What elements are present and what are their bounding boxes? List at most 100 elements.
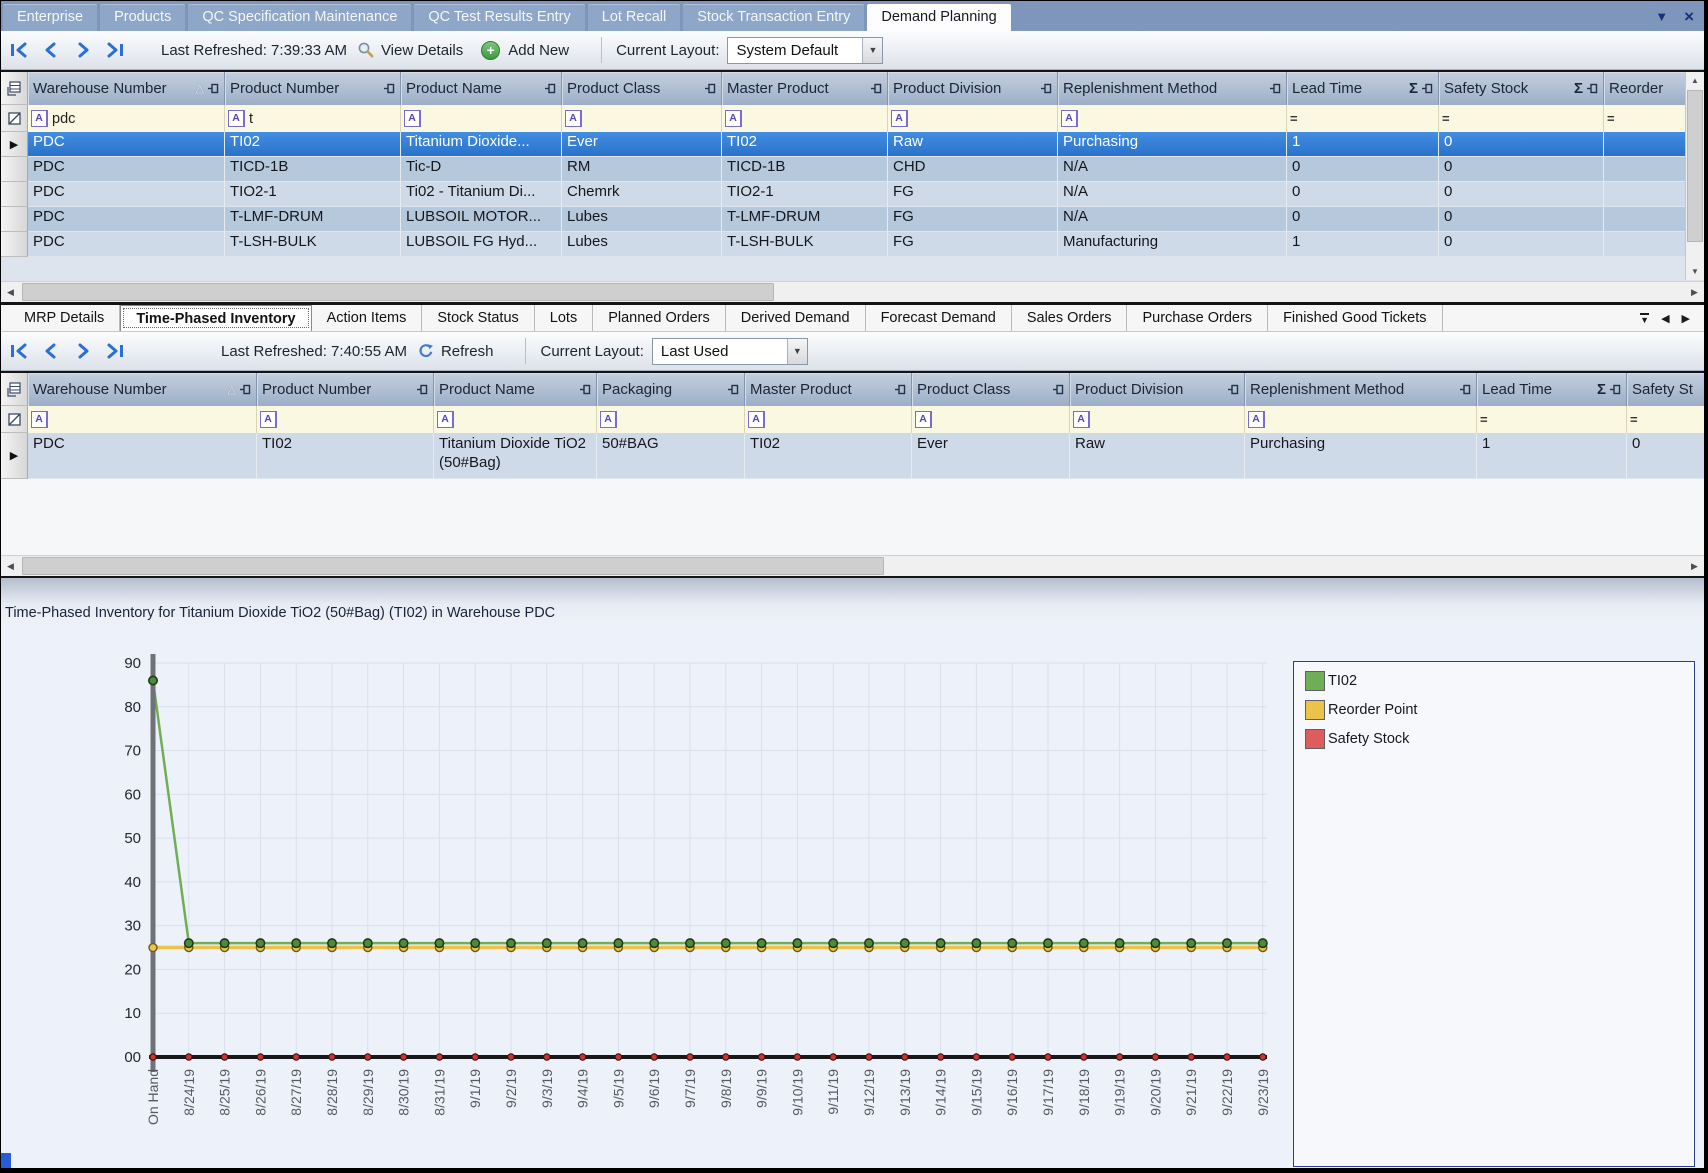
text-filter-icon[interactable]: A <box>600 411 617 428</box>
filter-value[interactable]: pdc <box>52 111 75 127</box>
table-row[interactable]: PDCT-LSH-BULKLUBSOIL FG Hyd...LubesT-LSH… <box>1 232 1704 257</box>
row-selector[interactable] <box>1 207 28 232</box>
scrollbar-thumb[interactable] <box>1687 90 1703 242</box>
row-selector[interactable] <box>1 182 28 207</box>
column-header-packaging[interactable]: Packaging <box>597 373 745 406</box>
table-row[interactable]: PDCTICD-1BTic-DRMTICD-1BCHDN/A00 <box>1 157 1704 182</box>
nav-next-button[interactable] <box>73 42 93 58</box>
detail-tab-time-phased-inventory[interactable]: Time-Phased Inventory <box>120 305 311 331</box>
column-header-lead-time[interactable]: Lead TimeΣ <box>1287 72 1439 105</box>
window-tab-enterprise[interactable]: Enterprise <box>3 4 97 31</box>
scrollbar-thumb[interactable] <box>22 283 774 301</box>
column-header-replenishment-method[interactable]: Replenishment Method <box>1058 72 1287 105</box>
filter-cell-product-number[interactable]: A <box>257 406 434 433</box>
detail-tab-purchase-orders[interactable]: Purchase Orders <box>1127 305 1268 331</box>
tabbar-dropdown-icon[interactable]: ▼ <box>1655 10 1668 23</box>
nav-next-button[interactable] <box>73 343 93 359</box>
nav-last-button[interactable] <box>105 42 125 58</box>
sum-icon[interactable]: Σ <box>1574 80 1583 97</box>
window-tab-lot-recall[interactable]: Lot Recall <box>588 4 680 31</box>
tab-scroll-left-icon[interactable]: ◀ <box>1661 312 1669 325</box>
detail-tab-mrp-details[interactable]: MRP Details <box>9 305 120 331</box>
row-selector[interactable]: ▶ <box>1 132 28 157</box>
filter-cell-master-product[interactable]: A <box>722 105 888 132</box>
layout-combo-top[interactable]: System Default ▼ <box>727 37 883 64</box>
text-filter-icon[interactable]: A <box>1073 411 1090 428</box>
window-tab-demand-planning[interactable]: Demand Planning <box>867 4 1010 31</box>
column-header-reorder[interactable]: Reorder <box>1604 72 1692 105</box>
table-row[interactable]: PDCT-LMF-DRUMLUBSOIL MOTOR...LubesT-LMF-… <box>1 207 1704 232</box>
add-new-button[interactable]: Add New <box>508 42 569 59</box>
nav-prev-button[interactable] <box>41 42 61 58</box>
filter-value[interactable]: t <box>249 111 253 127</box>
filter-cell-product-division[interactable]: A <box>888 105 1058 132</box>
filter-cell-product-class[interactable]: A <box>562 105 722 132</box>
nav-last-button[interactable] <box>105 343 125 359</box>
equals-filter-icon[interactable]: = <box>1442 111 1450 126</box>
equals-filter-icon[interactable]: = <box>1607 111 1615 126</box>
equals-filter-icon[interactable]: = <box>1630 412 1638 427</box>
combo-arrow-icon[interactable]: ▼ <box>787 339 807 364</box>
column-header-product-division[interactable]: Product Division <box>1070 373 1245 406</box>
row-selector[interactable] <box>1 157 28 182</box>
table-row[interactable]: PDCTIO2-1Ti02 - Titanium Di...ChemrkTIO2… <box>1 182 1704 207</box>
filter-cell-product-class[interactable]: A <box>912 406 1070 433</box>
clear-filter-button[interactable] <box>1 406 28 433</box>
text-filter-icon[interactable]: A <box>31 411 48 428</box>
filter-cell-warehouse-number[interactable]: Apdc <box>28 105 225 132</box>
scroll-left-button[interactable]: ◀ <box>1 556 20 576</box>
filter-cell-packaging[interactable]: A <box>597 406 745 433</box>
table-row[interactable]: ▶PDCTI02Titanium Dioxide...EverTI02RawPu… <box>1 132 1704 157</box>
column-header-product-number[interactable]: Product Number <box>225 72 401 105</box>
window-tab-qc-test-results-entry[interactable]: QC Test Results Entry <box>414 4 584 31</box>
filter-cell-reorder[interactable]: = <box>1604 105 1692 132</box>
row-selector[interactable]: ▶ <box>1 433 28 479</box>
detail-tab-lots[interactable]: Lots <box>535 305 593 331</box>
vertical-scrollbar[interactable]: ▲▼ <box>1685 72 1704 280</box>
tab-scroll-right-icon[interactable]: ▶ <box>1682 312 1690 325</box>
detail-tab-sales-orders[interactable]: Sales Orders <box>1012 305 1128 331</box>
detail-tab-stock-status[interactable]: Stock Status <box>422 305 534 331</box>
column-header-replenishment-method[interactable]: Replenishment Method <box>1245 373 1477 406</box>
text-filter-icon[interactable]: A <box>915 411 932 428</box>
text-filter-icon[interactable]: A <box>1248 411 1265 428</box>
text-filter-icon[interactable]: A <box>228 110 245 127</box>
text-filter-icon[interactable]: A <box>1061 110 1078 127</box>
close-icon[interactable]: × <box>1684 8 1694 25</box>
text-filter-icon[interactable]: A <box>260 411 277 428</box>
scroll-down-button[interactable]: ▼ <box>1686 263 1704 280</box>
horizontal-scrollbar[interactable]: ◀▶ <box>1 555 1704 576</box>
detail-tab-forecast-demand[interactable]: Forecast Demand <box>866 305 1012 331</box>
filter-cell-master-product[interactable]: A <box>745 406 912 433</box>
view-details-button[interactable]: View Details <box>381 42 463 59</box>
detail-tab-finished-good-tickets[interactable]: Finished Good Tickets <box>1268 305 1442 331</box>
column-header-master-product[interactable]: Master Product <box>722 72 888 105</box>
sum-icon[interactable]: Σ <box>1409 80 1418 97</box>
equals-filter-icon[interactable]: = <box>1480 412 1488 427</box>
window-tab-qc-specification-maintenance[interactable]: QC Specification Maintenance <box>188 4 411 31</box>
tab-list-dropdown-icon[interactable]: ▼ <box>1640 313 1649 324</box>
table-row[interactable]: ▶PDCTI02Titanium Dioxide TiO2 (50#Bag)50… <box>1 433 1704 479</box>
column-header-warehouse-number[interactable]: Warehouse Number△ <box>28 72 225 105</box>
filter-cell-product-name[interactable]: A <box>401 105 562 132</box>
refresh-button[interactable]: Refresh <box>441 343 494 360</box>
scroll-up-button[interactable]: ▲ <box>1686 72 1704 89</box>
column-header-product-name[interactable]: Product Name <box>434 373 597 406</box>
text-filter-icon[interactable]: A <box>748 411 765 428</box>
scrollbar-track[interactable] <box>20 556 1685 576</box>
text-filter-icon[interactable]: A <box>437 411 454 428</box>
scrollbar-track[interactable] <box>20 282 1685 302</box>
column-header-product-class[interactable]: Product Class <box>562 72 722 105</box>
column-header-product-class[interactable]: Product Class <box>912 373 1070 406</box>
detail-tab-planned-orders[interactable]: Planned Orders <box>593 305 726 331</box>
scrollbar-thumb[interactable] <box>22 557 884 575</box>
grid-corner-button[interactable] <box>1 72 28 105</box>
sum-icon[interactable]: Σ <box>1597 381 1606 398</box>
column-header-product-division[interactable]: Product Division <box>888 72 1058 105</box>
text-filter-icon[interactable]: A <box>725 110 742 127</box>
filter-cell-lead-time[interactable]: = <box>1287 105 1439 132</box>
column-header-warehouse-number[interactable]: Warehouse Number△ <box>28 373 257 406</box>
nav-prev-button[interactable] <box>41 343 61 359</box>
filter-cell-replenishment-method[interactable]: A <box>1058 105 1287 132</box>
text-filter-icon[interactable]: A <box>404 110 421 127</box>
